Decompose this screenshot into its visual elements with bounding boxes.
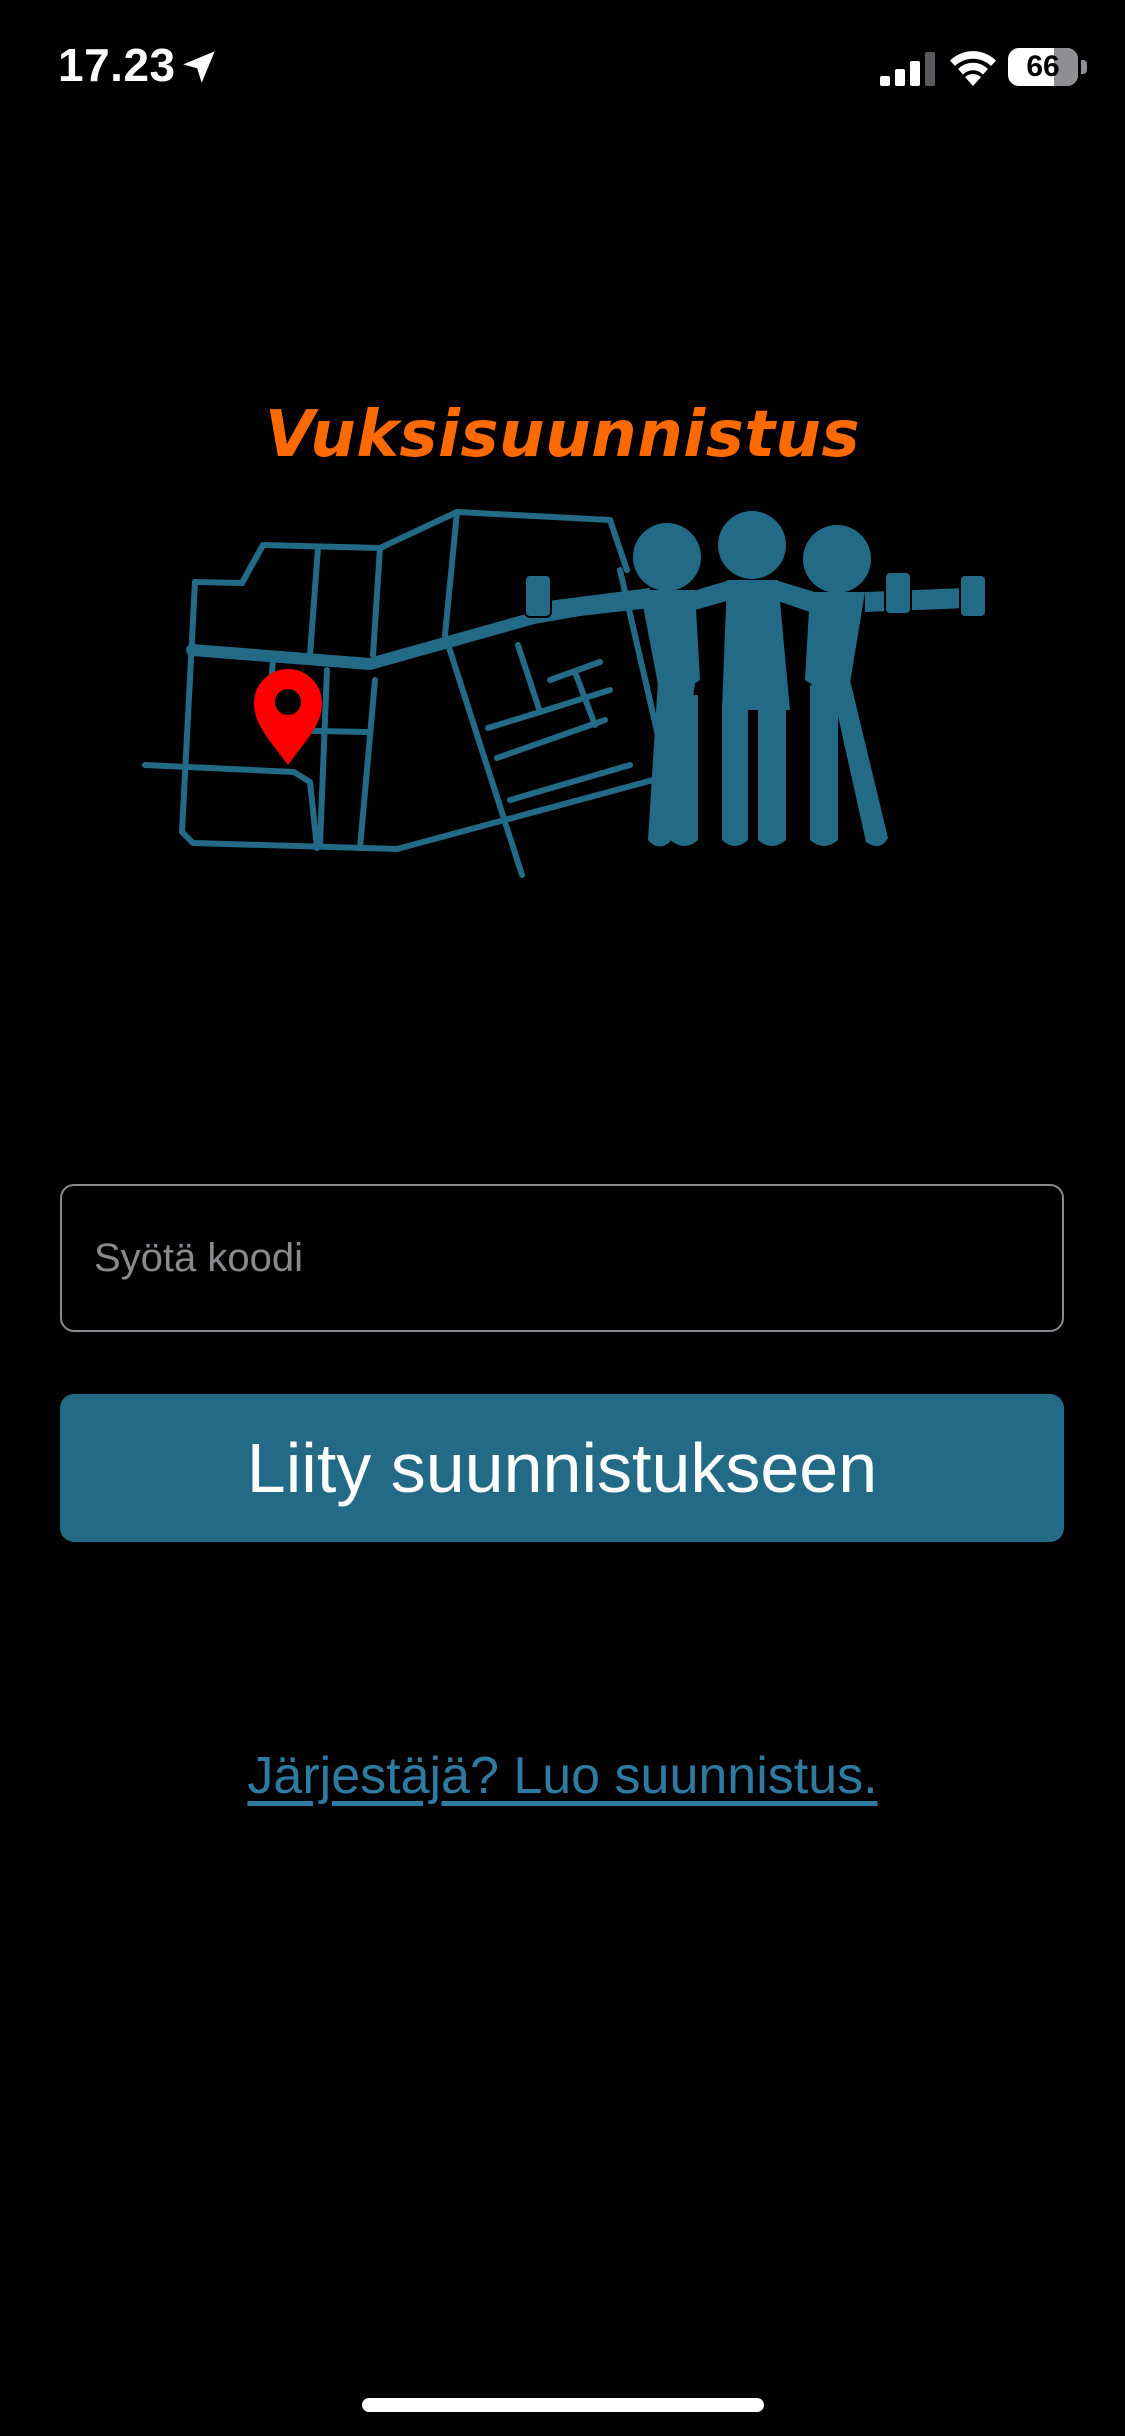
create-orienteering-link[interactable]: Järjestäjä? Luo suunnistus. — [0, 1746, 1125, 1806]
code-input[interactable] — [60, 1184, 1064, 1332]
status-time: 17.23 — [58, 39, 176, 91]
battery-tip — [1081, 60, 1087, 74]
join-screen: 17.23 66 Vuksisuunnistus Syötä koodi Lii… — [0, 0, 1125, 2436]
join-button[interactable]: Liity suunnistukseen — [60, 1394, 1064, 1542]
battery-level: 66 — [1026, 50, 1060, 83]
location-arrow-icon — [183, 51, 215, 83]
cellular-signal-icon — [880, 52, 935, 86]
logo-illustration — [142, 509, 987, 878]
status-bar: 17.23 66 — [0, 0, 1125, 140]
wifi-icon — [950, 51, 996, 86]
battery-icon: 66 — [1008, 48, 1088, 86]
logo-title: Vuksisuunnistus — [264, 398, 861, 472]
street-map-graphic — [142, 509, 678, 878]
location-pin-graphic — [254, 669, 322, 765]
battery-body: 66 — [1008, 48, 1078, 86]
home-indicator[interactable] — [362, 2398, 764, 2412]
